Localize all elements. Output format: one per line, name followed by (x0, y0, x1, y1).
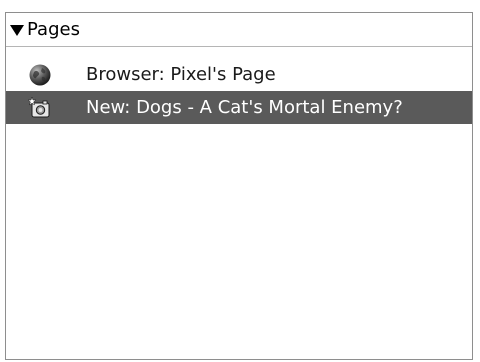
panel-title: Pages (27, 18, 80, 40)
list-item-new-page[interactable]: New: Dogs - A Cat's Mortal Enemy? (6, 91, 472, 124)
pages-panel: Pages Browser: Pixel's Page New: Dogs - … (5, 12, 473, 360)
globe-icon (28, 63, 52, 87)
new-page-icon (27, 95, 52, 120)
disclosure-triangle-icon[interactable] (10, 25, 24, 36)
list-item-label: New: Dogs - A Cat's Mortal Enemy? (86, 97, 403, 118)
list-item-label: Browser: Pixel's Page (86, 64, 276, 85)
pages-list: Browser: Pixel's Page New: Dogs - A Cat'… (6, 58, 472, 124)
list-item-browser-page[interactable]: Browser: Pixel's Page (6, 58, 472, 91)
pages-panel-header[interactable]: Pages (6, 13, 472, 47)
